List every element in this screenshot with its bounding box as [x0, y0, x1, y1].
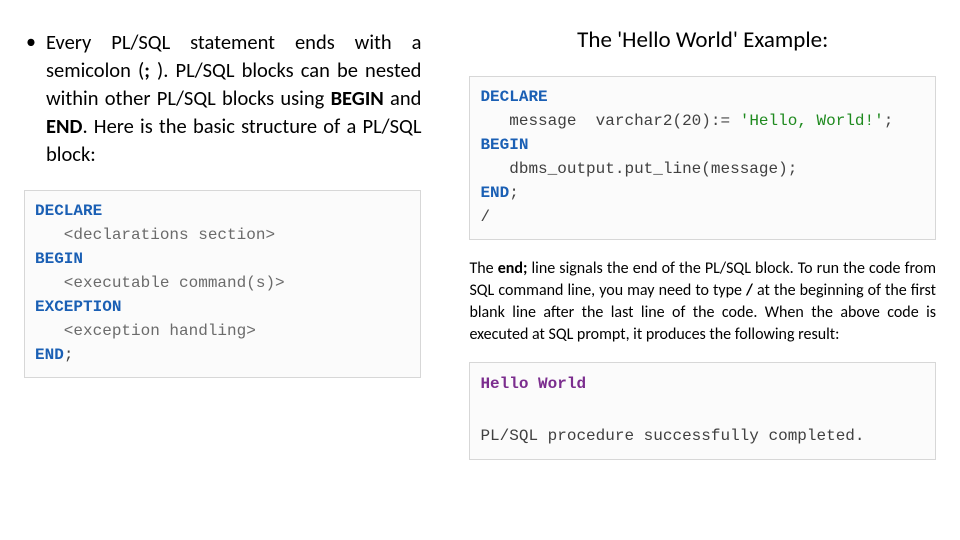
hw-end: END — [480, 184, 509, 202]
bullet-paragraph: • Every PL/SQL statement ends with a sem… — [24, 28, 421, 168]
hw-l2b: ( — [672, 112, 682, 130]
kw-declare: DECLARE — [35, 202, 102, 220]
bullet-text: Every PL/SQL statement ends with a semic… — [46, 28, 421, 168]
example-heading: The 'Hello World' Example: — [469, 26, 936, 54]
hw-l2a: message varchar2 — [480, 112, 672, 130]
hw-l4a: dbms_output — [480, 160, 614, 178]
hw-l2c: 20 — [682, 112, 701, 130]
hw-l2e: : — [711, 112, 721, 130]
out-l2: PL/SQL procedure successfully completed. — [480, 427, 864, 445]
code-l2: <declarations section> — [35, 226, 275, 244]
hw-l2d: ) — [701, 112, 711, 130]
out-l1: Hello World — [480, 375, 586, 393]
hw-slash: / — [480, 208, 490, 226]
output-block: Hello World PL/SQL procedure successfull… — [469, 362, 936, 460]
left-column: • Every PL/SQL statement ends with a sem… — [24, 20, 421, 520]
hw-l2h: ; — [884, 112, 894, 130]
right-column: The 'Hello World' Example: DECLARE messa… — [469, 20, 936, 520]
slide-columns: • Every PL/SQL statement ends with a sem… — [24, 20, 936, 520]
bullet-glyph: • — [24, 28, 46, 168]
hw-l4c: put_line — [624, 160, 701, 178]
hw-declare: DECLARE — [480, 88, 547, 106]
para-d: / — [746, 281, 753, 300]
hw-l2f: = — [721, 112, 731, 130]
bp-seg4: BEGIN — [331, 85, 384, 111]
bp-seg6: END — [46, 113, 82, 139]
code-block-structure: DECLARE <declarations section> BEGIN <ex… — [24, 190, 421, 378]
bp-seg5: and — [384, 85, 422, 111]
code-l4: <executable command(s)> — [35, 274, 285, 292]
hw-l4d: ( — [701, 160, 711, 178]
hw-l2g: 'Hello, World!' — [730, 112, 884, 130]
para-a: The — [469, 259, 497, 278]
code-block-hello-world: DECLARE message varchar2(20):= 'Hello, W… — [469, 76, 936, 240]
hw-l4f: ); — [778, 160, 797, 178]
kw-exception: EXCEPTION — [35, 298, 121, 316]
kw-end: END — [35, 346, 64, 364]
bp-seg2: ; — [144, 57, 157, 83]
explanation-paragraph: The end; line signals the end of the PL/… — [469, 258, 936, 346]
out-blank — [480, 401, 490, 419]
para-b: end; — [498, 259, 528, 278]
hw-end-semi: ; — [509, 184, 519, 202]
hw-begin: BEGIN — [480, 136, 528, 154]
code-l6: <exception handling> — [35, 322, 256, 340]
kw-begin: BEGIN — [35, 250, 83, 268]
bp-seg7: . Here is the basic structure of a PL/SQ… — [46, 113, 421, 167]
end-semi: ; — [64, 346, 74, 364]
hw-l4e: message — [711, 160, 778, 178]
